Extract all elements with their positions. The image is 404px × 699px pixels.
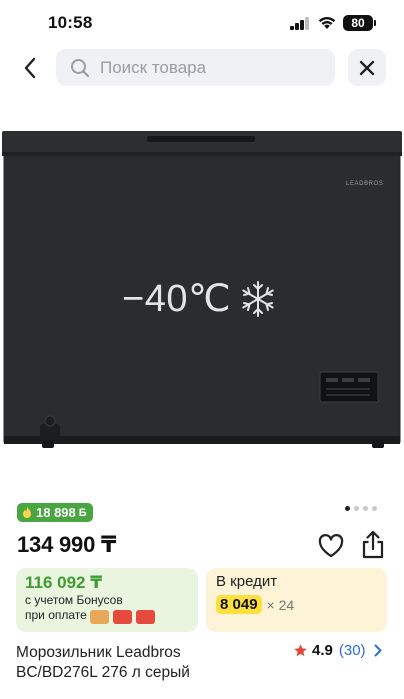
bonus-currency: Б <box>78 506 87 519</box>
bonus-price-amount: 116 092 ₸ <box>25 573 103 592</box>
brand-logo: LEADBROS <box>346 181 384 187</box>
chevron-right-icon <box>374 644 382 657</box>
header <box>0 48 404 88</box>
bonus-price-card[interactable]: 116 092 ₸ с учетом Бонусов при оплате <box>16 568 198 632</box>
status-bar: 10:58 80 <box>0 0 404 46</box>
credit-card[interactable]: В кредит 8 049 × 24 <box>206 568 387 632</box>
gallery-dot[interactable] <box>363 506 368 511</box>
gallery-dots[interactable] <box>345 506 377 511</box>
credit-term: × 24 <box>266 596 295 613</box>
battery-icon: 80 <box>343 15 373 31</box>
rating-link[interactable]: 4.9 (30) <box>293 642 382 659</box>
star-icon <box>294 644 307 657</box>
gallery-dot[interactable] <box>372 506 377 511</box>
red-payment-icon <box>113 610 132 624</box>
search-input[interactable] <box>100 57 320 78</box>
product-title: Морозильник Leadbros BC/BD276L 276 л сер… <box>16 644 190 681</box>
back-button[interactable] <box>12 50 48 86</box>
rating-value: 4.9 <box>312 642 333 659</box>
temperature-label: −40℃ <box>122 278 232 320</box>
heart-icon[interactable] <box>317 532 345 560</box>
status-time: 10:58 <box>48 13 93 32</box>
payment-methods <box>90 610 155 624</box>
search-icon <box>71 58 90 77</box>
gallery-dot[interactable] <box>354 506 359 511</box>
gallery-dot[interactable] <box>345 506 350 511</box>
credit-payment-icon <box>136 610 155 624</box>
card-payment-icon <box>90 610 109 624</box>
battery-tip <box>374 20 376 26</box>
search-box[interactable] <box>56 49 335 86</box>
cellular-signal-icon <box>290 17 310 30</box>
chevron-left-icon <box>24 57 36 79</box>
share-icon[interactable] <box>360 530 386 560</box>
review-count: (30) <box>338 642 366 659</box>
bonus-value: 18 898 <box>36 505 76 520</box>
wifi-icon <box>318 17 336 29</box>
credit-title: В кредит <box>216 573 278 590</box>
product-price: 134 990 ₸ <box>17 532 117 557</box>
credit-monthly-amount: 8 049 <box>216 595 262 614</box>
snowflake-icon <box>242 281 274 317</box>
bonus-badge: 18 898 Б <box>17 503 93 522</box>
flame-icon <box>23 506 31 518</box>
product-image[interactable]: LEADBROS −40℃ <box>0 124 404 458</box>
bonus-price-caption: с учетом Бонусов <box>25 593 123 607</box>
close-button[interactable] <box>348 49 386 86</box>
close-icon <box>359 60 375 75</box>
